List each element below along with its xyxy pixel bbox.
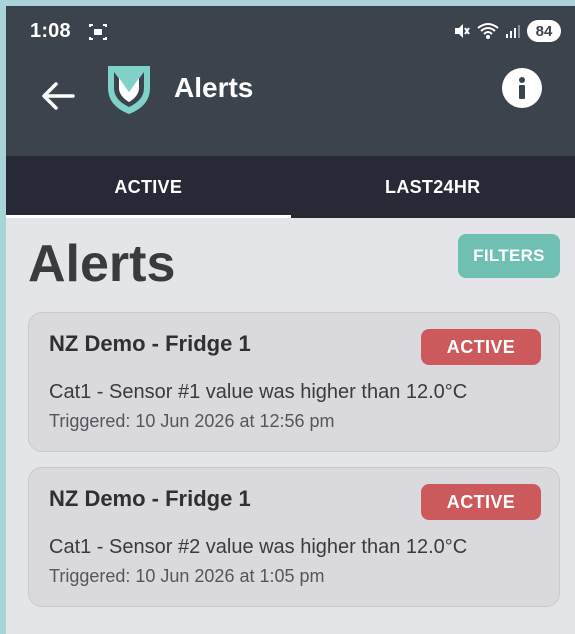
back-arrow-icon bbox=[42, 82, 75, 110]
app-title: Alerts bbox=[174, 72, 254, 103]
status-icons: 84 bbox=[453, 20, 561, 42]
filters-button[interactable]: FILTERS bbox=[458, 234, 560, 278]
alerts-content: Alerts FILTERS NZ Demo - Fridge 1 ACTIVE… bbox=[6, 218, 575, 634]
tab-last24hr[interactable]: LAST24HR bbox=[291, 156, 575, 218]
mute-icon bbox=[455, 24, 470, 38]
info-icon bbox=[519, 77, 525, 99]
logo-shield-icon bbox=[108, 66, 150, 114]
tab-active[interactable]: ACTIVE bbox=[6, 156, 291, 218]
status-bar: 1:08 84 bbox=[6, 6, 575, 56]
back-button[interactable] bbox=[36, 74, 80, 118]
alert-message: Cat1 - Sensor #2 value was higher than 1… bbox=[49, 536, 468, 558]
status-time: 1:08 bbox=[30, 20, 71, 42]
status-badge: ACTIVE bbox=[421, 329, 541, 365]
alert-triggered-time: Triggered: 10 Jun 2026 at 1:05 pm bbox=[49, 566, 325, 586]
alert-title: NZ Demo - Fridge 1 bbox=[49, 486, 251, 511]
alert-triggered-time: Triggered: 10 Jun 2026 at 12:56 pm bbox=[49, 411, 335, 431]
signal-icon bbox=[506, 25, 520, 38]
alert-card[interactable]: NZ Demo - Fridge 1 ACTIVE Cat1 - Sensor … bbox=[28, 467, 560, 607]
app-bar: Alerts bbox=[6, 56, 575, 156]
alert-message: Cat1 - Sensor #1 value was higher than 1… bbox=[49, 381, 468, 403]
alert-title: NZ Demo - Fridge 1 bbox=[49, 331, 251, 356]
battery-icon: 84 bbox=[527, 20, 561, 42]
alert-card[interactable]: NZ Demo - Fridge 1 ACTIVE Cat1 - Sensor … bbox=[28, 312, 560, 452]
page-title: Alerts bbox=[28, 235, 176, 293]
wifi-icon bbox=[477, 23, 499, 39]
info-button[interactable] bbox=[502, 68, 542, 108]
tab-bar: ACTIVE LAST24HR bbox=[6, 156, 575, 218]
phone-screen: 1:08 84 Alerts ACTIVE LAST24HR Alerts FI… bbox=[6, 6, 575, 634]
screen-cast-icon bbox=[89, 24, 107, 40]
status-badge: ACTIVE bbox=[421, 484, 541, 520]
